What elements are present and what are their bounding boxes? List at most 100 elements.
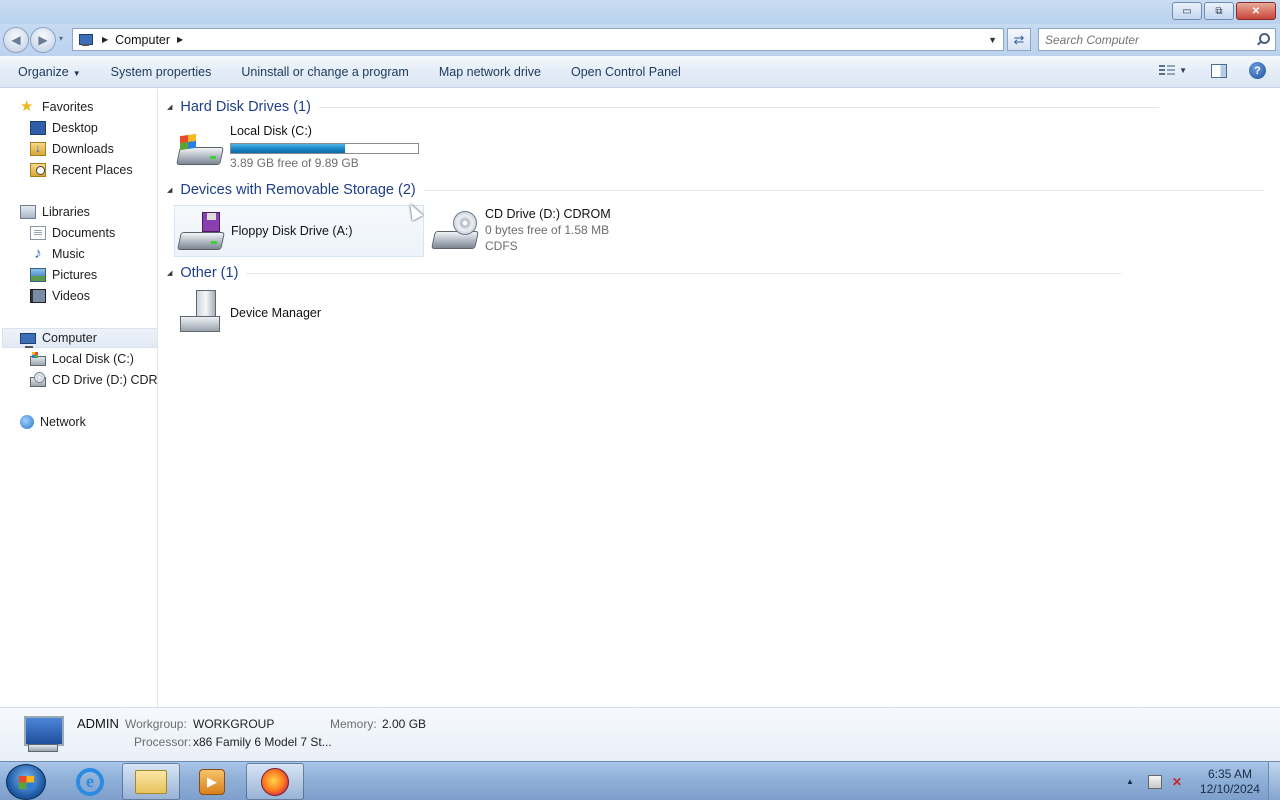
sidebar-item-cd-drive[interactable]: CD Drive (D:) CDROM bbox=[30, 370, 158, 390]
collapse-triangle-icon[interactable]: ◢ bbox=[167, 186, 172, 194]
computer-icon bbox=[20, 332, 36, 348]
window-controls: ▭ ⧉ ✕ bbox=[1172, 2, 1276, 20]
details-pane: ADMIN Workgroup: WORKGROUP Memory: 2.00 … bbox=[0, 707, 1280, 761]
videos-icon bbox=[30, 289, 46, 303]
group-divider bbox=[318, 106, 1159, 108]
sidebar-item-pictures[interactable]: Pictures bbox=[30, 265, 97, 285]
hard-drive-icon bbox=[176, 125, 224, 169]
drive-tile-local-disk[interactable]: Local Disk (C:) 3.89 GB free of 9.89 GB bbox=[174, 121, 434, 173]
breadcrumb-separator[interactable]: ▶ bbox=[102, 35, 108, 44]
sidebar-item-label: Pictures bbox=[52, 268, 98, 282]
drive-tile-floppy[interactable]: Floppy Disk Drive (A:) bbox=[174, 205, 424, 257]
breadcrumb-separator[interactable]: ▶ bbox=[177, 35, 183, 44]
address-row: ◀ ▶ ▾ ▶ Computer ▶ ▼ ⇄ bbox=[0, 24, 1280, 56]
local-disk-icon bbox=[30, 352, 46, 366]
show-hidden-icons-button[interactable]: ▲ bbox=[1126, 777, 1134, 786]
star-icon: ★ bbox=[20, 98, 34, 115]
breadcrumb-computer[interactable]: Computer bbox=[115, 33, 170, 47]
drive-tile-cd-drive[interactable]: CD Drive (D:) CDROM 0 bytes free of 1.58… bbox=[429, 205, 689, 257]
cd-drive-icon bbox=[431, 209, 479, 253]
forward-button[interactable]: ▶ bbox=[30, 27, 56, 53]
sidebar-item-computer[interactable]: Computer bbox=[2, 328, 157, 348]
start-button[interactable] bbox=[6, 764, 46, 800]
uninstall-program-button[interactable]: Uninstall or change a program bbox=[241, 65, 408, 79]
map-network-drive-button[interactable]: Map network drive bbox=[439, 65, 541, 79]
workgroup-label: Workgroup: bbox=[125, 717, 187, 731]
minimize-button[interactable]: ▭ bbox=[1172, 2, 1202, 20]
sidebar-item-favorites[interactable]: ★ Favorites bbox=[20, 97, 93, 117]
taskbar-firefox[interactable] bbox=[246, 763, 304, 800]
navigation-pane: ★ Favorites Desktop Downloads Recent Pla… bbox=[0, 89, 158, 707]
sidebar-item-downloads[interactable]: Downloads bbox=[30, 139, 114, 159]
sidebar-item-videos[interactable]: Videos bbox=[30, 286, 90, 306]
computer-monitor-icon bbox=[18, 716, 64, 754]
collapse-triangle-icon[interactable]: ◢ bbox=[167, 269, 172, 277]
memory-value: 2.00 GB bbox=[382, 717, 427, 731]
drive-filesystem: CDFS bbox=[485, 239, 518, 253]
taskbar-internet-explorer[interactable]: e bbox=[61, 763, 119, 800]
drive-free-space: 0 bytes free of 1.58 MB bbox=[485, 223, 610, 237]
clock[interactable]: 6:35 AM 12/10/2024 bbox=[1200, 767, 1260, 797]
sidebar-item-recent-places[interactable]: Recent Places bbox=[30, 160, 133, 180]
pictures-icon bbox=[30, 268, 46, 282]
open-control-panel-button[interactable]: Open Control Panel bbox=[571, 65, 681, 79]
refresh-button[interactable]: ⇄ bbox=[1007, 28, 1031, 51]
help-icon[interactable]: ? bbox=[1249, 62, 1266, 79]
sidebar-item-label: Documents bbox=[52, 226, 116, 240]
sidebar-item-label: Recent Places bbox=[52, 163, 133, 177]
show-desktop-button[interactable] bbox=[1268, 762, 1280, 800]
preview-pane-icon[interactable] bbox=[1211, 63, 1227, 78]
workgroup-value: WORKGROUP bbox=[193, 717, 275, 731]
folder-icon bbox=[135, 769, 167, 794]
recent-pages-dropdown[interactable]: ▾ bbox=[59, 34, 63, 43]
downloads-icon bbox=[30, 141, 46, 156]
organize-button[interactable]: Organize ▼ bbox=[18, 65, 81, 79]
address-dropdown[interactable]: ▼ bbox=[988, 35, 997, 45]
internet-explorer-icon: e bbox=[76, 767, 104, 796]
taskbar-media-player[interactable]: ▶ bbox=[183, 763, 241, 800]
sidebar-item-local-disk[interactable]: Local Disk (C:) bbox=[30, 349, 134, 369]
device-name: Device Manager bbox=[230, 306, 322, 320]
sidebar-item-libraries[interactable]: Libraries bbox=[20, 202, 90, 222]
change-view-icon[interactable] bbox=[1159, 64, 1176, 78]
sidebar-item-documents[interactable]: Documents bbox=[30, 223, 115, 243]
group-divider bbox=[423, 189, 1264, 191]
view-options-dropdown[interactable]: ▼ bbox=[1179, 66, 1187, 75]
sidebar-item-label: Favorites bbox=[42, 100, 94, 114]
group-header-removable[interactable]: ◢ Devices with Removable Storage (2) bbox=[167, 180, 1264, 200]
sidebar-item-label: Computer bbox=[42, 331, 97, 345]
taskbar-windows-explorer[interactable] bbox=[122, 763, 180, 800]
search-box[interactable] bbox=[1038, 28, 1276, 51]
group-header-hard-disks[interactable]: ◢ Hard Disk Drives (1) bbox=[167, 97, 1159, 117]
drive-name: CD Drive (D:) CDROM bbox=[485, 207, 611, 221]
sidebar-item-label: Videos bbox=[52, 289, 90, 303]
group-header-other[interactable]: ◢ Other (1) bbox=[167, 263, 1122, 283]
device-manager-tile[interactable]: Device Manager bbox=[174, 288, 374, 340]
back-button[interactable]: ◀ bbox=[3, 27, 29, 53]
view-controls: ▼ ? bbox=[1159, 62, 1266, 79]
sidebar-item-network[interactable]: Network bbox=[20, 412, 86, 432]
drive-usage-fill bbox=[231, 144, 345, 153]
address-bar[interactable]: ▶ Computer ▶ ▼ bbox=[72, 28, 1004, 51]
drive-free-space: 3.89 GB free of 9.89 GB bbox=[230, 156, 359, 170]
action-center-icon[interactable] bbox=[1147, 774, 1162, 789]
maximize-button[interactable]: ⧉ bbox=[1204, 2, 1234, 20]
system-properties-button[interactable]: System properties bbox=[111, 65, 212, 79]
volume-muted-icon[interactable]: ✕ bbox=[1172, 775, 1186, 789]
computer-name: ADMIN bbox=[77, 716, 119, 731]
sidebar-item-desktop[interactable]: Desktop bbox=[30, 118, 98, 138]
device-manager-icon bbox=[176, 290, 224, 334]
sidebar-item-music[interactable]: ♪ Music bbox=[30, 244, 84, 264]
search-input[interactable] bbox=[1045, 32, 1255, 47]
sidebar-item-label: Downloads bbox=[52, 142, 114, 156]
firefox-icon bbox=[261, 767, 289, 796]
floppy-drive-icon bbox=[177, 210, 225, 254]
close-button[interactable]: ✕ bbox=[1236, 2, 1276, 20]
search-icon[interactable] bbox=[1257, 33, 1270, 45]
clock-time: 6:35 AM bbox=[1207, 766, 1252, 781]
processor-value: x86 Family 6 Model 7 St... bbox=[193, 735, 332, 749]
recent-places-icon bbox=[30, 163, 46, 177]
collapse-triangle-icon[interactable]: ◢ bbox=[167, 103, 172, 111]
memory-label: Memory: bbox=[330, 717, 377, 731]
sidebar-item-label: CD Drive (D:) CDROM bbox=[52, 373, 158, 387]
